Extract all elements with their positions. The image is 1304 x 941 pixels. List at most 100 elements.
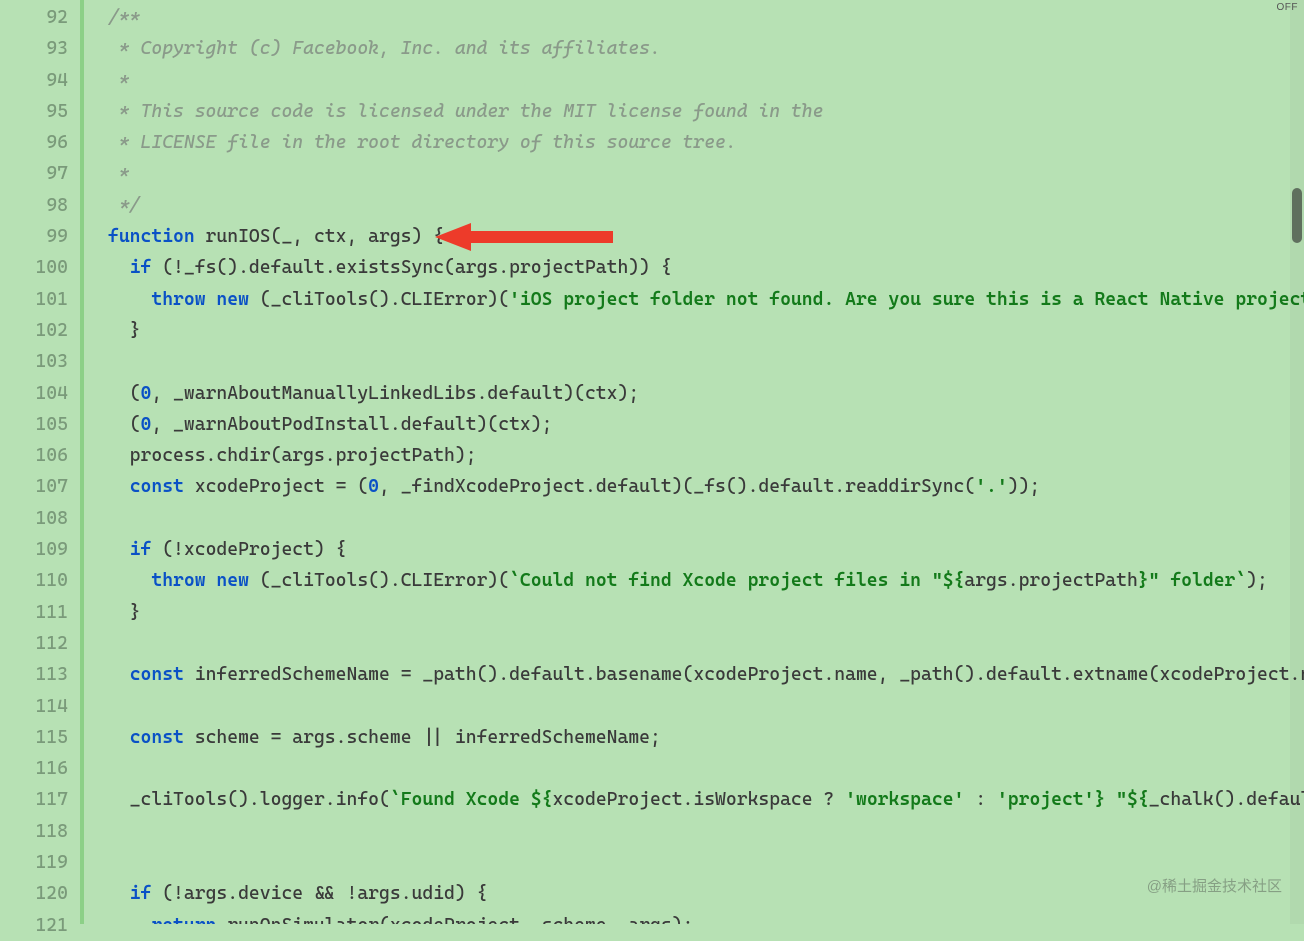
token-default: )); [1008,476,1041,497]
code-line[interactable]: process.chdir(args.projectPath); [108,440,1304,471]
token-number: 0 [368,476,379,497]
token-default [108,289,151,310]
token-default: inferredSchemeName = _path().default.bas… [184,664,1304,685]
token-default: , _findXcodeProject.default)(_fs().defau… [379,476,975,497]
line-number: 111 [0,597,68,628]
code-line[interactable]: * LICENSE file in the root directory of … [108,127,1304,158]
code-line[interactable]: (0, _warnAboutPodInstall.default)(ctx); [108,409,1304,440]
token-keyword: return [151,915,216,924]
line-number: 116 [0,753,68,784]
token-default: _chalk().default. [1149,789,1304,810]
line-number: 115 [0,722,68,753]
token-default: args.projectPath [964,570,1137,591]
code-line[interactable] [108,847,1304,878]
token-default [108,883,130,904]
code-line[interactable]: } [108,315,1304,346]
token-keyword: if [130,539,152,560]
token-default: ); [1246,570,1268,591]
token-string: `Found Xcode ${ [390,789,553,810]
code-line[interactable] [108,816,1304,847]
code-line[interactable]: function runIOS(_, ctx, args) { [108,221,1304,252]
code-line[interactable]: if (!xcodeProject) { [108,534,1304,565]
code-line[interactable]: * [108,65,1304,96]
line-number: 101 [0,284,68,315]
token-keyword: function [108,226,195,247]
token-string: '.' [975,476,1008,497]
token-default [108,727,130,748]
token-keyword: throw [151,570,205,591]
token-const-kw: const [130,476,184,497]
token-default: } [108,320,141,341]
code-line[interactable] [108,628,1304,659]
line-number: 95 [0,96,68,127]
token-default: _cliTools().logger.info( [108,789,390,810]
token-default [108,915,151,924]
code-line[interactable]: * This source code is licensed under the… [108,96,1304,127]
token-keyword: if [130,883,152,904]
code-line[interactable]: const inferredSchemeName = _path().defau… [108,659,1304,690]
token-number: 0 [141,414,152,435]
line-number: 98 [0,190,68,221]
code-line[interactable]: /** [108,2,1304,33]
code-line[interactable]: * Copyright (c) Facebook, Inc. and its a… [108,33,1304,64]
code-line[interactable]: if (!args.device && !args.udid) { [108,878,1304,909]
code-content[interactable]: /** * Copyright (c) Facebook, Inc. and i… [80,0,1304,924]
token-default: (!xcodeProject) { [151,539,346,560]
token-default: ( [108,383,141,404]
code-line[interactable]: const xcodeProject = (0, _findXcodeProje… [108,471,1304,502]
line-number: 103 [0,346,68,377]
code-line[interactable]: * [108,158,1304,189]
line-number: 96 [0,127,68,158]
token-comment: * This source code is licensed under the… [108,101,823,122]
line-number: 108 [0,503,68,534]
code-line[interactable] [108,503,1304,534]
token-comment: /** [108,7,141,28]
code-line[interactable]: } [108,597,1304,628]
line-number: 97 [0,158,68,189]
token-string: `Could not find Xcode project files in "… [509,570,964,591]
token-string: } [1094,789,1105,810]
token-default: xcodeProject.isWorkspace ? [552,789,845,810]
token-default: (_cliTools().CLIError)( [249,570,509,591]
token-default: (_cliTools().CLIError)( [249,289,509,310]
token-keyword: throw [151,289,205,310]
token-keyword: new [216,570,249,591]
code-line[interactable]: */ [108,190,1304,221]
code-line[interactable]: (0, _warnAboutManuallyLinkedLibs.default… [108,378,1304,409]
token-string: 'project' [997,789,1095,810]
token-comment: */ [108,195,141,216]
token-default: (!args.device && !args.udid) { [151,883,487,904]
token-default [206,570,217,591]
token-default [108,539,130,560]
token-comment: * [108,163,130,184]
code-line[interactable]: _cliTools().logger.info(`Found Xcode ${x… [108,784,1304,815]
token-keyword: new [216,289,249,310]
scrollbar-thumb[interactable] [1292,188,1302,243]
line-number: 106 [0,440,68,471]
token-string: "${ [1105,789,1148,810]
line-number: 99 [0,221,68,252]
line-number: 120 [0,878,68,909]
line-number: 112 [0,628,68,659]
token-comment: * [108,70,130,91]
token-number: 0 [141,383,152,404]
token-string: }" folder` [1138,570,1246,591]
line-number: 117 [0,784,68,815]
code-line[interactable] [108,346,1304,377]
token-default: (!_fs().default.existsSync(args.projectP… [151,257,671,278]
token-default: process.chdir(args.projectPath); [108,445,477,466]
token-const-kw: const [130,727,184,748]
code-line[interactable] [108,753,1304,784]
line-number: 110 [0,565,68,596]
line-number: 92 [0,2,68,33]
token-comment: * Copyright (c) Facebook, Inc. and its a… [108,38,661,59]
code-line[interactable]: throw new (_cliTools().CLIError)('iOS pr… [108,284,1304,315]
scrollbar-track[interactable] [1290,0,1304,924]
code-line[interactable]: const scheme = args.scheme || inferredSc… [108,722,1304,753]
line-number: 114 [0,691,68,722]
code-line[interactable]: throw new (_cliTools().CLIError)(`Could … [108,565,1304,596]
token-string: 'workspace' [845,789,964,810]
code-line[interactable] [108,691,1304,722]
code-line[interactable]: if (!_fs().default.existsSync(args.proje… [108,252,1304,283]
code-line[interactable]: return runOnSimulator(xcodeProject, sche… [108,910,1304,924]
